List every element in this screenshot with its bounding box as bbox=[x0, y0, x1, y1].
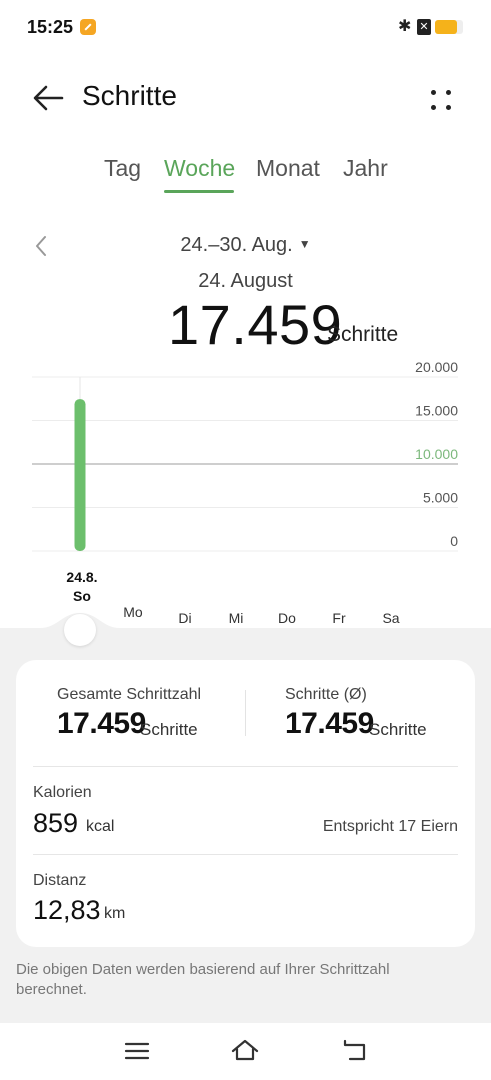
period-tabs: Tag Woche Monat Jahr bbox=[0, 155, 491, 195]
y-tick-label: 5.000 bbox=[423, 490, 458, 506]
period-selector[interactable]: 24.–30. Aug. ▼ bbox=[0, 234, 491, 257]
more-dot bbox=[431, 105, 436, 110]
system-navigation-bar bbox=[0, 1023, 491, 1080]
app-header: Schritte bbox=[0, 70, 491, 122]
back-nav-icon bbox=[343, 1039, 366, 1061]
total-steps-value: 17.459 bbox=[57, 707, 146, 740]
active-tab-indicator bbox=[164, 190, 234, 193]
average-steps-label: Schritte (Ø) bbox=[285, 686, 367, 703]
more-dot bbox=[446, 90, 451, 95]
page-title: Schritte bbox=[82, 80, 177, 111]
selection-handle[interactable] bbox=[64, 614, 96, 646]
step-count-value: 17.459 bbox=[168, 293, 343, 356]
average-steps-unit: Schritte bbox=[369, 720, 427, 739]
y-tick-label: 15.000 bbox=[415, 403, 458, 419]
calories-value: 859 bbox=[33, 808, 79, 838]
calories-equivalent: Entspricht 17 Eiern bbox=[322, 818, 458, 835]
average-steps-value: 17.459 bbox=[285, 707, 374, 740]
more-dot bbox=[431, 90, 436, 95]
distance-unit: km bbox=[104, 905, 126, 922]
tab-week[interactable]: Woche bbox=[164, 155, 235, 182]
bluetooth-icon: ✱ bbox=[398, 18, 412, 35]
distance-value: 12,83 bbox=[33, 895, 101, 925]
day-label-date: 24.8. bbox=[66, 569, 98, 585]
back-button[interactable] bbox=[28, 78, 68, 118]
bar-0 bbox=[74, 399, 86, 551]
tab-day[interactable]: Tag bbox=[104, 155, 141, 182]
distance-label: Distanz bbox=[33, 872, 87, 889]
total-steps-unit: Schritte bbox=[140, 720, 198, 739]
period-range: 24.–30. Aug. bbox=[180, 234, 293, 256]
weekly-steps-chart[interactable]: 20.000 15.000 10.000 5.000 0 24.8. So Mo Di … bbox=[0, 355, 491, 630]
menu-icon bbox=[124, 1042, 150, 1060]
back-nav-button[interactable] bbox=[340, 1037, 370, 1065]
calories-unit: kcal bbox=[86, 818, 115, 835]
more-dot bbox=[446, 105, 451, 110]
home-icon bbox=[231, 1039, 259, 1061]
tab-month[interactable]: Monat bbox=[256, 155, 320, 182]
tab-year[interactable]: Jahr bbox=[343, 155, 388, 182]
step-count-unit: Schritte bbox=[327, 323, 399, 346]
dropdown-caret-icon: ▼ bbox=[298, 237, 311, 251]
sim-off-icon: ✕ bbox=[417, 19, 431, 35]
status-bar: 15:25 ✱ ✕ bbox=[0, 0, 491, 56]
total-steps-label: Gesamte Schrittzahl bbox=[57, 686, 202, 703]
app-notification-icon bbox=[80, 19, 96, 35]
day-label-weekday: So bbox=[73, 588, 91, 604]
day-label-selected[interactable]: 24.8. So bbox=[57, 568, 107, 606]
status-time: 15:25 bbox=[27, 17, 74, 37]
calories-label: Kalorien bbox=[33, 784, 92, 801]
y-tick-label: 10.000 bbox=[415, 446, 458, 462]
footnote: Die obigen Daten werden basierend auf Ih… bbox=[16, 961, 390, 998]
selected-date: 24. August bbox=[198, 270, 293, 292]
y-tick-label: 20.000 bbox=[415, 359, 458, 375]
divider bbox=[33, 854, 458, 855]
more-options-button[interactable] bbox=[424, 80, 460, 116]
battery-level bbox=[435, 20, 458, 34]
battery-icon bbox=[435, 20, 463, 34]
back-arrow-icon bbox=[33, 85, 64, 111]
divider bbox=[33, 766, 458, 767]
menu-button[interactable] bbox=[122, 1037, 152, 1065]
y-tick-label: 0 bbox=[450, 533, 458, 549]
home-button[interactable] bbox=[230, 1037, 260, 1065]
divider bbox=[245, 690, 246, 736]
summary-card: Gesamte Schrittzahl 17.459 Schritte Schr… bbox=[16, 660, 475, 947]
